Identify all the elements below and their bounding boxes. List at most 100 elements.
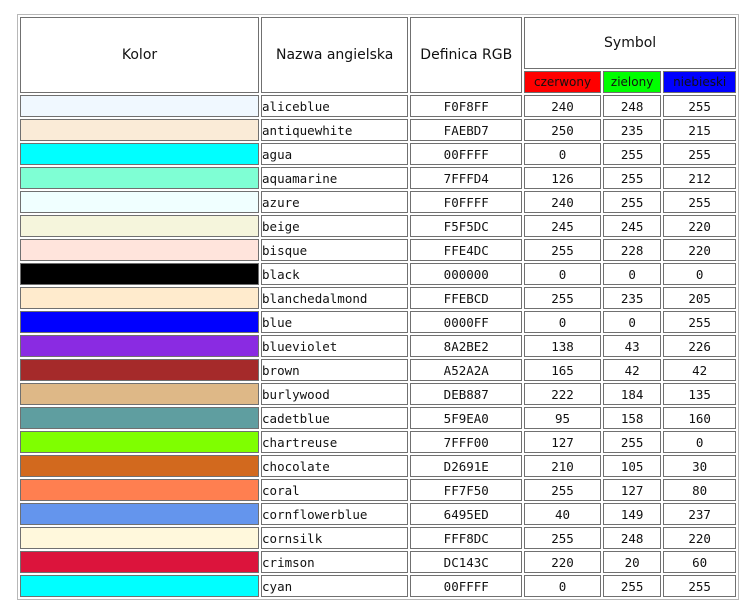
color-red-value: 220 xyxy=(524,551,601,573)
color-blue-value: 205 xyxy=(663,287,736,309)
color-green-value: 0 xyxy=(602,311,662,333)
color-green-value: 248 xyxy=(602,95,662,117)
color-swatch xyxy=(20,239,260,261)
color-green-value: 255 xyxy=(602,167,662,189)
color-green-value: 228 xyxy=(602,239,662,261)
color-blue-value: 42 xyxy=(663,359,736,381)
color-name: black xyxy=(261,263,409,285)
header-red: czerwony xyxy=(524,71,601,93)
color-hex: A52A2A xyxy=(410,359,523,381)
color-swatch xyxy=(20,335,260,357)
color-blue-value: 255 xyxy=(663,191,736,213)
color-name: chartreuse xyxy=(261,431,409,453)
table-row: chocolate D2691E 210 105 30 xyxy=(20,455,736,477)
color-blue-value: 255 xyxy=(663,95,736,117)
color-red-value: 210 xyxy=(524,455,601,477)
color-red-value: 240 xyxy=(524,95,601,117)
color-name: brown xyxy=(261,359,409,381)
color-swatch xyxy=(20,527,260,549)
color-red-value: 0 xyxy=(524,311,601,333)
color-name: burlywood xyxy=(261,383,409,405)
color-green-value: 255 xyxy=(602,191,662,213)
color-swatch xyxy=(20,287,260,309)
table-row: blanchedalmond FFEBCD 255 235 205 xyxy=(20,287,736,309)
table-row: azure F0FFFF 240 255 255 xyxy=(20,191,736,213)
color-name: bisque xyxy=(261,239,409,261)
color-hex: F5F5DC xyxy=(410,215,523,237)
color-hex: DEB887 xyxy=(410,383,523,405)
color-red-value: 250 xyxy=(524,119,601,141)
color-red-value: 40 xyxy=(524,503,601,525)
color-blue-value: 220 xyxy=(663,239,736,261)
color-blue-value: 80 xyxy=(663,479,736,501)
table-row: bisque FFE4DC 255 228 220 xyxy=(20,239,736,261)
color-blue-value: 255 xyxy=(663,143,736,165)
header-symbol: Symbol xyxy=(524,17,736,69)
table-row: cornflowerblue 6495ED 40 149 237 xyxy=(20,503,736,525)
color-swatch xyxy=(20,143,260,165)
color-green-value: 184 xyxy=(602,383,662,405)
color-hex: DC143C xyxy=(410,551,523,573)
table-row: cadetblue 5F9EA0 95 158 160 xyxy=(20,407,736,429)
table-row: beige F5F5DC 245 245 220 xyxy=(20,215,736,237)
color-table: Kolor Nazwa angielska Definica RGB Symbo… xyxy=(17,14,739,600)
table-row: blue 0000FF 0 0 255 xyxy=(20,311,736,333)
color-green-value: 255 xyxy=(602,431,662,453)
color-hex: 00FFFF xyxy=(410,143,523,165)
color-green-value: 235 xyxy=(602,287,662,309)
color-hex: FFE4DC xyxy=(410,239,523,261)
color-green-value: 20 xyxy=(602,551,662,573)
color-green-value: 43 xyxy=(602,335,662,357)
color-hex: 0000FF xyxy=(410,311,523,333)
color-green-value: 255 xyxy=(602,575,662,597)
color-name: aquamarine xyxy=(261,167,409,189)
color-red-value: 0 xyxy=(524,575,601,597)
color-green-value: 235 xyxy=(602,119,662,141)
header-color: Kolor xyxy=(20,17,260,93)
table-row: brown A52A2A 165 42 42 xyxy=(20,359,736,381)
header-green: zielony xyxy=(602,71,662,93)
color-blue-value: 0 xyxy=(663,431,736,453)
color-name: cornflowerblue xyxy=(261,503,409,525)
table-row: agua 00FFFF 0 255 255 xyxy=(20,143,736,165)
color-swatch xyxy=(20,191,260,213)
color-blue-value: 160 xyxy=(663,407,736,429)
color-swatch xyxy=(20,167,260,189)
color-green-value: 245 xyxy=(602,215,662,237)
color-name: cadetblue xyxy=(261,407,409,429)
header-name: Nazwa angielska xyxy=(261,17,409,93)
color-blue-value: 237 xyxy=(663,503,736,525)
color-hex: 7FFFD4 xyxy=(410,167,523,189)
color-swatch xyxy=(20,359,260,381)
color-red-value: 138 xyxy=(524,335,601,357)
color-name: crimson xyxy=(261,551,409,573)
color-swatch xyxy=(20,431,260,453)
color-blue-value: 220 xyxy=(663,527,736,549)
color-swatch xyxy=(20,119,260,141)
color-swatch xyxy=(20,383,260,405)
color-red-value: 255 xyxy=(524,479,601,501)
color-blue-value: 212 xyxy=(663,167,736,189)
color-green-value: 158 xyxy=(602,407,662,429)
color-hex: FFEBCD xyxy=(410,287,523,309)
color-name: azure xyxy=(261,191,409,213)
color-green-value: 127 xyxy=(602,479,662,501)
color-swatch xyxy=(20,215,260,237)
color-red-value: 0 xyxy=(524,263,601,285)
color-blue-value: 220 xyxy=(663,215,736,237)
color-name: blueviolet xyxy=(261,335,409,357)
color-swatch xyxy=(20,263,260,285)
table-row: coral FF7F50 255 127 80 xyxy=(20,479,736,501)
color-red-value: 240 xyxy=(524,191,601,213)
color-name: beige xyxy=(261,215,409,237)
color-blue-value: 0 xyxy=(663,263,736,285)
table-row: black 000000 0 0 0 xyxy=(20,263,736,285)
color-hex: F0F8FF xyxy=(410,95,523,117)
header-blue: niebieski xyxy=(663,71,736,93)
color-red-value: 165 xyxy=(524,359,601,381)
table-row: cyan 00FFFF 0 255 255 xyxy=(20,575,736,597)
color-hex: 000000 xyxy=(410,263,523,285)
color-hex: FFF8DC xyxy=(410,527,523,549)
color-red-value: 222 xyxy=(524,383,601,405)
color-hex: F0FFFF xyxy=(410,191,523,213)
